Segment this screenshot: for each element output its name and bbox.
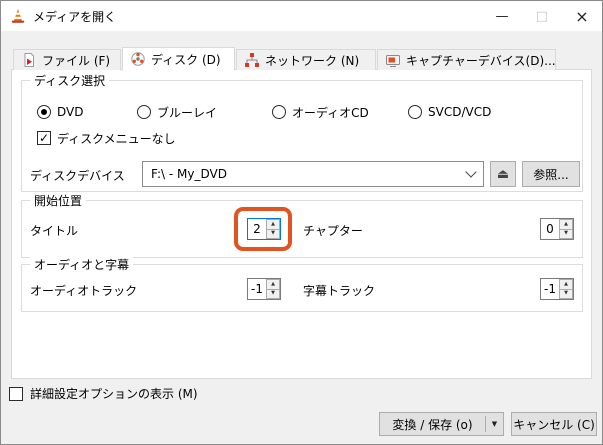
tab-file[interactable]: ファイル (F) xyxy=(13,49,121,70)
audio-track-spinner-value: -1 xyxy=(248,279,266,299)
radio-label: ブルーレイ xyxy=(157,104,217,121)
convert-save-button[interactable]: 変換 / 保存 (o) ▼ xyxy=(379,412,504,436)
subtitle-track-spinner-value: -1 xyxy=(541,279,559,299)
open-media-dialog: メディアを開く — □ × ファイル (F) ディスク (D) xyxy=(0,0,603,445)
checkmark-icon: ✓ xyxy=(39,133,49,143)
radio-svcd-vcd[interactable]: SVCD/VCD xyxy=(408,104,491,120)
titlebar: メディアを開く — □ × xyxy=(1,1,602,31)
audio-track-spinner[interactable]: -1 ▲ ▼ xyxy=(247,278,281,300)
checkbox-label: ディスクメニューなし xyxy=(57,130,176,147)
tab-label: ディスク (D) xyxy=(151,51,221,68)
window-title: メディアを開く xyxy=(33,8,116,25)
spin-down-icon[interactable]: ▼ xyxy=(559,230,573,240)
close-button[interactable]: × xyxy=(562,1,602,31)
spin-up-icon[interactable]: ▲ xyxy=(266,279,280,290)
radio-label: オーディオCD xyxy=(292,104,369,121)
spinner-buttons: ▲ ▼ xyxy=(559,219,573,239)
tab-label: ファイル (F) xyxy=(42,52,110,69)
spin-up-icon[interactable]: ▲ xyxy=(559,219,573,230)
chapter-label: チャプター xyxy=(303,222,363,239)
browse-button[interactable]: 参照... xyxy=(522,161,580,187)
subtitle-track-label: 字幕トラック xyxy=(303,282,375,299)
tab-label: ネットワーク (N) xyxy=(265,52,359,69)
maximize-button[interactable]: □ xyxy=(522,1,562,31)
subtitle-track-spinner[interactable]: -1 ▲ ▼ xyxy=(540,278,574,300)
radio-dvd[interactable]: DVD xyxy=(37,104,83,120)
disc-device-value: F:\ - My_DVD xyxy=(151,167,467,181)
spin-down-icon[interactable]: ▼ xyxy=(559,290,573,300)
radio-icon xyxy=(37,105,51,119)
radio-icon xyxy=(137,105,151,119)
chapter-spinner[interactable]: 0 ▲ ▼ xyxy=(540,218,574,240)
spinner-buttons: ▲ ▼ xyxy=(266,219,280,239)
tab-label: キャプチャーデバイス(D)... xyxy=(406,52,556,69)
disc-device-label: ディスクデバイス xyxy=(30,167,125,184)
chapter-spinner-value: 0 xyxy=(541,219,559,239)
spin-up-icon[interactable]: ▲ xyxy=(266,219,280,230)
checkbox-label: 詳細設定オプションの表示 (M) xyxy=(30,385,198,402)
checkbox-icon xyxy=(9,387,23,401)
tab-network[interactable]: ネットワーク (N) xyxy=(236,49,376,70)
spinner-buttons: ▲ ▼ xyxy=(559,279,573,299)
convert-save-label: 変換 / 保存 (o) xyxy=(380,416,485,433)
browse-button-label: 参照... xyxy=(533,166,568,183)
disc-device-combobox[interactable]: F:\ - My_DVD xyxy=(142,161,484,187)
radio-icon xyxy=(272,105,286,119)
checkbox-icon: ✓ xyxy=(37,131,51,145)
minimize-button[interactable]: — xyxy=(482,1,522,31)
radio-bluray[interactable]: ブルーレイ xyxy=(137,104,217,120)
eject-icon: ⏏ xyxy=(497,168,509,181)
spin-down-icon[interactable]: ▼ xyxy=(266,290,280,300)
spin-up-icon[interactable]: ▲ xyxy=(559,279,573,290)
file-icon xyxy=(21,52,37,68)
tab-bar: ファイル (F) ディスク (D) ネットワーク (N) xyxy=(13,46,557,70)
spinner-buttons: ▲ ▼ xyxy=(266,279,280,299)
disc-icon xyxy=(130,51,146,67)
title-label: タイトル xyxy=(30,222,78,239)
audio-subtitles-group: オーディオと字幕 オーディオトラック -1 ▲ ▼ 字幕トラック -1 ▲ ▼ xyxy=(21,264,583,312)
tab-capture-device[interactable]: キャプチャーデバイス(D)... xyxy=(377,49,556,70)
group-title: オーディオと字幕 xyxy=(30,256,133,273)
disc-tab-page: ディスク選択 DVD ブルーレイ オーディオCD SVCD/VCD ✓ xyxy=(11,69,592,379)
group-title: 開始位置 xyxy=(30,192,86,209)
radio-label: DVD xyxy=(57,105,83,119)
chevron-down-icon xyxy=(465,166,476,177)
audio-track-label: オーディオトラック xyxy=(30,282,137,299)
tab-disc[interactable]: ディスク (D) xyxy=(122,47,235,71)
title-spinner[interactable]: 2 ▲ ▼ xyxy=(247,218,281,240)
dropdown-arrow-icon[interactable]: ▼ xyxy=(486,420,503,428)
radio-label: SVCD/VCD xyxy=(428,105,491,119)
spin-down-icon[interactable]: ▼ xyxy=(266,230,280,240)
cancel-button[interactable]: キャンセル (C) xyxy=(511,412,597,436)
eject-button[interactable]: ⏏ xyxy=(490,161,516,187)
cancel-button-label: キャンセル (C) xyxy=(513,416,595,433)
advanced-options-checkbox[interactable]: 詳細設定オプションの表示 (M) xyxy=(9,385,198,402)
radio-audio-cd[interactable]: オーディオCD xyxy=(272,104,369,120)
capture-device-icon xyxy=(385,52,401,68)
no-disc-menu-checkbox[interactable]: ✓ ディスクメニューなし xyxy=(37,130,176,146)
radio-icon xyxy=(408,105,422,119)
network-icon xyxy=(244,52,260,68)
title-spinner-value: 2 xyxy=(248,219,266,239)
window-controls: — □ × xyxy=(482,1,602,31)
disc-selection-group: ディスク選択 DVD ブルーレイ オーディオCD SVCD/VCD ✓ xyxy=(21,80,583,192)
start-position-group: 開始位置 タイトル 2 ▲ ▼ チャプター 0 ▲ ▼ xyxy=(21,200,583,258)
vlc-cone-icon xyxy=(10,8,26,24)
group-title: ディスク選択 xyxy=(30,72,109,89)
